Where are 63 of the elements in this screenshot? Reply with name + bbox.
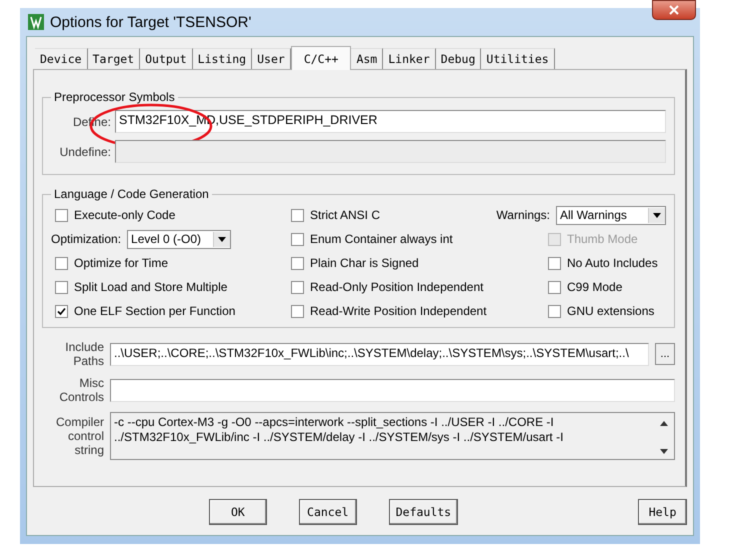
checkbox[interactable] [548, 304, 561, 318]
close-button[interactable] [652, 0, 696, 20]
checkbox[interactable] [291, 256, 304, 270]
misc-controls-field[interactable] [110, 378, 675, 402]
tab[interactable]: Linker [383, 48, 436, 69]
tab[interactable]: Target [88, 48, 140, 69]
dropdown[interactable]: All Warnings [556, 206, 666, 224]
include-paths-field[interactable]: ..\USER;..\CORE;..\STM32F10x_FWLib\inc;..\SYSTEM\delay;..\SYSTEM\sys;..\SYSTEM\usart;..\ [110, 342, 649, 366]
checkbox[interactable] [291, 232, 304, 246]
undefine-label: Undefine: [58, 144, 111, 158]
checkbox[interactable] [291, 280, 304, 294]
tab[interactable]: User [252, 48, 291, 69]
dialog-button[interactable]: Defaults [388, 499, 458, 525]
checkbox-label: Read-Write Position Independent [310, 304, 487, 318]
checkbox-label: Read-Only Position Independent [310, 280, 484, 294]
checkbox-label: No Auto Includes [567, 256, 658, 270]
checkbox-label: Plain Char is Signed [310, 256, 419, 270]
checkbox[interactable] [55, 304, 68, 318]
compiler-control-field[interactable]: -c --cpu Cortex-M3 -g -O0 --apcs=interwork --split_sections -I ../USER -I ../CORE -I ../STM32F10x_FWLib/inc -I ../SYSTEM/delay -I ../SYSTEM/sys -I ../SYSTEM/usart -I [110, 412, 675, 460]
checkbox[interactable] [548, 256, 561, 270]
scroll-down-icon[interactable] [660, 449, 668, 454]
scroll-up-icon[interactable] [660, 421, 668, 426]
group-title: Preprocessor Symbols [53, 90, 176, 104]
checkbox-label: GNU extensions [567, 304, 654, 318]
checkbox-label: C99 Mode [567, 280, 622, 294]
checkbox-label: Execute-only Code [74, 208, 176, 222]
compiler-control-label: Compiler control string [54, 415, 104, 457]
tab[interactable]: Utilities [481, 48, 555, 69]
app-icon [28, 14, 44, 30]
misc-controls-label: Misc Controls [58, 376, 104, 404]
tab[interactable]: Asm [351, 48, 384, 69]
include-paths-label: Include Paths [64, 340, 104, 368]
checkbox-label: One ELF Section per Function [74, 304, 236, 318]
checkbox[interactable] [55, 256, 68, 270]
compiler-control-text: -c --cpu Cortex-M3 -g -O0 --apcs=interwork --split_sections -I ../USER -I ../CORE -I ../STM32F10x_FWLib/inc -I ../SYSTEM/delay -I ../SYSTEM/sys -I ../SYSTEM/usart -I [114, 415, 564, 446]
checkbox-label: Split Load and Store Multiple [74, 280, 228, 294]
tab[interactable]: C/C++ [290, 46, 352, 70]
checkbox[interactable] [291, 304, 304, 318]
select-label: Optimization: [51, 232, 122, 246]
dialog-button[interactable]: Help [638, 499, 687, 525]
checkbox-label: Optimize for Time [74, 256, 168, 270]
checkbox[interactable] [55, 280, 68, 294]
checkbox[interactable] [55, 208, 68, 222]
window-title: Options for Target 'TSENSOR' [50, 14, 252, 30]
dialog-button[interactable]: OK [209, 499, 267, 525]
tab[interactable]: Device [35, 48, 88, 69]
checkbox-label: Enum Container always int [310, 232, 453, 246]
checkbox[interactable] [548, 280, 561, 294]
tab[interactable]: Listing [192, 48, 252, 69]
tab[interactable]: Debug [436, 48, 482, 69]
dropdown-arrow-icon [653, 212, 661, 218]
check-icon [57, 306, 66, 316]
browse-button[interactable]: ... [655, 343, 675, 365]
checkbox[interactable] [291, 208, 304, 222]
select-label: Warnings: [496, 208, 550, 222]
tab[interactable]: Output [140, 48, 193, 69]
checkbox-label: Strict ANSI C [310, 208, 380, 222]
checkbox-label: Thumb Mode [567, 232, 638, 246]
dropdown[interactable]: Level 0 (-O0) [127, 230, 232, 248]
dropdown-arrow-icon [218, 236, 226, 242]
group-title: Language / Code Generation [53, 187, 210, 201]
dialog-button[interactable]: Cancel [298, 499, 357, 525]
close-icon [668, 5, 680, 15]
